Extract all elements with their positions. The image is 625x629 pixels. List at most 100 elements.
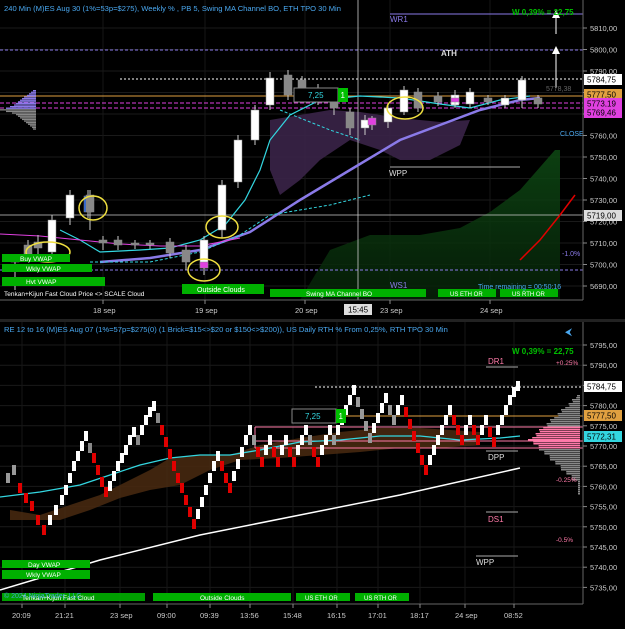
renko-brick[interactable] (448, 405, 452, 415)
renko-brick[interactable] (220, 461, 224, 471)
candle-body[interactable] (47, 219, 57, 253)
renko-brick[interactable] (308, 435, 312, 445)
renko-brick[interactable] (416, 443, 420, 453)
renko-brick[interactable] (132, 427, 136, 437)
candle-body[interactable] (250, 109, 260, 141)
candle-body[interactable] (533, 97, 543, 105)
candle-body[interactable] (433, 95, 443, 103)
renko-brick[interactable] (240, 447, 244, 457)
renko-brick[interactable] (116, 461, 120, 471)
top-chart-panel[interactable]: 7,25 1 240 Min (M)ES Aug 30 (1%=53p=$275… (0, 0, 625, 319)
renko-brick[interactable] (404, 407, 408, 417)
renko-brick[interactable] (148, 407, 152, 417)
renko-brick[interactable] (24, 493, 28, 503)
renko-brick[interactable] (372, 423, 376, 433)
renko-brick[interactable] (436, 435, 440, 445)
renko-brick[interactable] (188, 507, 192, 517)
candle-body[interactable] (283, 74, 293, 96)
bottom-time-axis[interactable]: 20:09 21:21 23 sep 09:00 09:39 13:56 15:48 16:1… (0, 603, 583, 620)
renko-brick[interactable] (368, 433, 372, 443)
renko-brick[interactable] (408, 419, 412, 429)
renko-brick[interactable] (396, 405, 400, 415)
renko-brick[interactable] (244, 435, 248, 445)
candle-body[interactable] (199, 261, 209, 269)
chart-canvas[interactable]: 7,25 1 240 Min (M)ES Aug 30 (1%=53p=$275… (0, 0, 625, 624)
renko-brick[interactable] (30, 501, 34, 511)
renko-brick[interactable] (260, 457, 264, 467)
top-time-axis[interactable]: 18 sep 19 sep 20 sep 23 sep 24 sep 15:45 (0, 299, 625, 319)
renko-brick[interactable] (316, 457, 320, 467)
candle-body[interactable] (165, 241, 175, 254)
renko-brick[interactable] (196, 509, 200, 519)
renko-brick[interactable] (352, 385, 356, 395)
renko-brick[interactable] (204, 485, 208, 495)
renko-brick[interactable] (468, 415, 472, 425)
renko-brick[interactable] (68, 473, 72, 483)
renko-brick[interactable] (460, 435, 464, 445)
renko-brick[interactable] (156, 413, 160, 423)
renko-brick[interactable] (88, 443, 92, 453)
top-price-axis[interactable]: 5810,005800,005790,005780,005770,005760,… (582, 0, 622, 300)
renko-brick[interactable] (92, 453, 96, 463)
candle-body[interactable] (450, 97, 460, 103)
renko-brick[interactable] (296, 445, 300, 455)
renko-brick[interactable] (208, 473, 212, 483)
renko-brick[interactable] (324, 435, 328, 445)
renko-brick[interactable] (112, 471, 116, 481)
renko-brick[interactable] (376, 413, 380, 423)
renko-brick[interactable] (472, 425, 476, 435)
renko-brick[interactable] (236, 459, 240, 469)
renko-brick[interactable] (42, 525, 46, 535)
renko-brick[interactable] (348, 395, 352, 405)
renko-brick[interactable] (304, 425, 308, 435)
candle-body[interactable] (145, 242, 155, 246)
renko-brick[interactable] (496, 425, 500, 435)
renko-brick[interactable] (6, 473, 10, 483)
renko-brick[interactable] (312, 447, 316, 457)
renko-brick[interactable] (252, 435, 256, 445)
candle-body[interactable] (265, 77, 275, 106)
panel-splitter[interactable] (0, 319, 625, 322)
renko-brick[interactable] (336, 425, 340, 435)
renko-brick[interactable] (300, 435, 304, 445)
renko-brick[interactable] (504, 405, 508, 415)
candle-body[interactable] (399, 89, 409, 113)
renko-brick[interactable] (464, 425, 468, 435)
bottom-price-axis[interactable]: 5795,005790,005785,005780,005775,005770,… (582, 322, 622, 604)
renko-brick[interactable] (124, 445, 128, 455)
renko-brick[interactable] (380, 403, 384, 413)
candle-body[interactable] (98, 239, 108, 244)
renko-brick[interactable] (412, 431, 416, 441)
collapse-arrow-icon[interactable]: ⮜ (565, 327, 572, 338)
candle-body[interactable] (113, 239, 123, 246)
renko-brick[interactable] (428, 455, 432, 465)
renko-brick[interactable] (72, 461, 76, 471)
renko-brick[interactable] (100, 477, 104, 487)
renko-brick[interactable] (480, 425, 484, 435)
renko-brick[interactable] (54, 505, 58, 515)
renko-brick[interactable] (456, 425, 460, 435)
renko-brick[interactable] (144, 415, 148, 425)
renko-brick[interactable] (256, 447, 260, 457)
renko-brick[interactable] (232, 471, 236, 481)
renko-brick[interactable] (420, 455, 424, 465)
renko-brick[interactable] (48, 515, 52, 525)
renko-brick[interactable] (104, 487, 108, 497)
renko-brick[interactable] (18, 483, 22, 493)
renko-brick[interactable] (292, 457, 296, 467)
renko-brick[interactable] (400, 395, 404, 405)
renko-brick[interactable] (268, 435, 272, 445)
candle-body[interactable] (217, 184, 227, 231)
candle-body[interactable] (130, 242, 140, 246)
renko-brick[interactable] (280, 445, 284, 455)
renko-brick[interactable] (272, 447, 276, 457)
bottom-chart-panel[interactable]: ⮜ 7,25 1 RE 12 to 16 (M)ES Aug 07 (1%=57… (0, 322, 622, 620)
renko-brick[interactable] (264, 445, 268, 455)
renko-brick[interactable] (440, 425, 444, 435)
renko-brick[interactable] (80, 441, 84, 451)
renko-brick[interactable] (12, 465, 16, 475)
renko-brick[interactable] (200, 497, 204, 507)
candle-body[interactable] (500, 97, 510, 106)
renko-brick[interactable] (176, 473, 180, 483)
renko-brick[interactable] (180, 483, 184, 493)
